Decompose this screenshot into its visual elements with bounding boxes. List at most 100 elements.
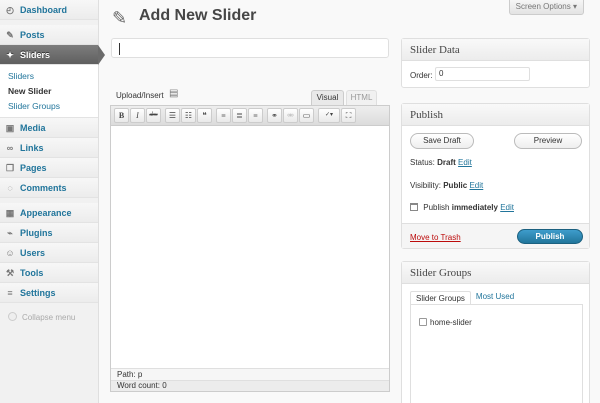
menu-pages-label: Pages	[20, 163, 47, 173]
status-label: Status:	[410, 158, 435, 167]
spellcheck-button[interactable]: ✓▾	[318, 108, 340, 123]
unlink-button[interactable]: ⚮	[283, 108, 298, 123]
group-item-label: home-slider	[430, 318, 472, 327]
collapse-menu-label: Collapse menu	[22, 313, 76, 322]
pushpin-icon: ✦	[6, 50, 14, 60]
status-row: Status: Draft Edit	[410, 158, 472, 167]
tab-visual[interactable]: Visual	[311, 90, 344, 105]
calendar-icon	[410, 203, 418, 211]
fullscreen-button[interactable]: ⛶	[341, 108, 356, 123]
visibility-label: Visibility:	[410, 181, 441, 190]
menu-users-label: Users	[20, 248, 46, 258]
word-count: Word count: 0	[111, 380, 389, 391]
content-editor: B Iabc ☰ ☷ ❝ ≡ ≣ ≡ ⚭ ⚮ ▭ ✓▾ ⛶ Path: p Word count: 0	[110, 105, 390, 392]
menu-posts-label: Posts	[20, 30, 45, 40]
insert-link-button[interactable]: ⚭	[267, 108, 282, 123]
tools-icon: ⚒	[5, 268, 15, 278]
admin-sidebar: ◴ Dashboard ✎ Posts ✦ Sliders Sliders New S…	[0, 0, 105, 403]
text-caret	[119, 43, 120, 55]
submenu-slider-groups[interactable]: Slider Groups	[0, 99, 98, 114]
italic-button[interactable]: I	[130, 108, 145, 123]
status-edit-link[interactable]: Edit	[458, 158, 472, 167]
order-label: Order:	[410, 71, 433, 80]
menu-media[interactable]: ▣ Media	[0, 118, 98, 138]
menu-media-label: Media	[20, 123, 46, 133]
tab-most-used[interactable]: Most Used	[471, 290, 519, 304]
screen-options-button[interactable]: Screen Options ▾	[508, 0, 584, 15]
appearance-icon: ▦	[5, 208, 15, 218]
editor-toolbar: B Iabc ☰ ☷ ❝ ≡ ≣ ≡ ⚭ ⚮ ▭ ✓▾ ⛶	[111, 106, 389, 126]
slider-groups-list: home-slider	[410, 304, 583, 403]
slider-groups-heading[interactable]: Slider Groups	[402, 262, 589, 284]
path-value: p	[137, 370, 143, 379]
menu-dashboard[interactable]: ◴ Dashboard	[0, 0, 98, 20]
slider-data-box: Slider Data Order: 0	[401, 38, 590, 88]
menu-dashboard-label: Dashboard	[20, 5, 68, 15]
menu-sliders[interactable]: ✦ Sliders	[0, 45, 105, 65]
slider-data-heading[interactable]: Slider Data	[402, 39, 589, 61]
align-right-button[interactable]: ≡	[248, 108, 263, 123]
path-label: Path:	[117, 370, 136, 379]
add-media-icon[interactable]: ▤	[169, 88, 181, 99]
insert-more-button[interactable]: ▭	[299, 108, 314, 123]
visibility-edit-link[interactable]: Edit	[469, 181, 483, 190]
menu-appearance[interactable]: ▦ Appearance	[0, 203, 98, 223]
status-value: Draft	[437, 158, 456, 167]
menu-links[interactable]: ∞ Links	[0, 138, 98, 158]
menu-comments-label: Comments	[20, 183, 67, 193]
visibility-value: Public	[443, 181, 468, 190]
slider-title-input[interactable]	[111, 38, 389, 58]
preview-button[interactable]: Preview	[514, 133, 582, 149]
blockquote-button[interactable]: ❝	[197, 108, 212, 123]
menu-settings-label: Settings	[20, 288, 56, 298]
numbered-list-button[interactable]: ☷	[181, 108, 196, 123]
menu-posts[interactable]: ✎ Posts	[0, 25, 98, 45]
publish-actions: Move to Trash Publish	[402, 223, 589, 248]
menu-users[interactable]: ☺ Users	[0, 243, 98, 263]
save-draft-button[interactable]: Save Draft	[410, 133, 474, 149]
schedule-row: Publish immediately Edit	[410, 203, 514, 212]
schedule-edit-link[interactable]: Edit	[500, 203, 514, 212]
editor-body[interactable]	[111, 126, 389, 368]
tab-html[interactable]: HTML	[346, 90, 377, 105]
comment-icon: ◌	[7, 183, 13, 193]
tab-all-slider-groups[interactable]: Slider Groups	[410, 291, 471, 305]
pushpin-icon: ✎	[6, 30, 14, 40]
media-icon: ▣	[5, 123, 15, 133]
move-to-trash-link[interactable]: Move to Trash	[410, 233, 461, 242]
users-icon: ☺	[5, 248, 15, 258]
bold-button[interactable]: B	[114, 108, 129, 123]
menu-pages[interactable]: ❐ Pages	[0, 158, 98, 178]
collapse-icon	[8, 312, 17, 321]
bullet-list-button[interactable]: ☰	[165, 108, 180, 123]
group-item[interactable]: home-slider	[419, 318, 472, 327]
publish-box: Publish Save Draft Preview Status: Draft…	[401, 103, 590, 249]
publish-button[interactable]: Publish	[517, 229, 583, 244]
group-checkbox[interactable]	[419, 318, 427, 326]
menu-tools[interactable]: ⚒ Tools	[0, 263, 98, 283]
slider-groups-tabs: Slider Groups Most Used	[410, 290, 519, 305]
menu-sliders-label: Sliders	[20, 50, 51, 60]
submenu-new-slider[interactable]: New Slider	[0, 84, 98, 99]
dashboard-icon: ◴	[6, 5, 14, 15]
strikethrough-button[interactable]: abc	[146, 108, 161, 123]
page-title: Add New Slider	[139, 7, 257, 24]
link-icon: ∞	[6, 143, 14, 153]
menu-comments[interactable]: ◌ Comments	[0, 178, 98, 198]
slider-groups-box: Slider Groups Slider Groups Most Used hom…	[401, 261, 590, 403]
order-input[interactable]: 0	[435, 67, 530, 81]
plugin-icon: ⌁	[7, 228, 13, 238]
editor-path: Path: p	[111, 368, 389, 380]
upload-insert-label: Upload/Insert	[116, 91, 164, 100]
sliders-submenu: Sliders New Slider Slider Groups	[0, 65, 98, 118]
menu-plugins[interactable]: ⌁ Plugins	[0, 223, 98, 243]
pushpin-icon: ✎	[112, 8, 128, 28]
collapse-menu[interactable]: Collapse menu	[0, 311, 98, 325]
publish-heading[interactable]: Publish	[402, 104, 589, 126]
main-content: ✎ Add New Slider Screen Options ▾ Upload…	[100, 0, 600, 403]
menu-settings[interactable]: ≡ Settings	[0, 283, 98, 303]
align-left-button[interactable]: ≡	[216, 108, 231, 123]
menu-tools-label: Tools	[20, 268, 44, 278]
align-center-button[interactable]: ≣	[232, 108, 247, 123]
submenu-sliders[interactable]: Sliders	[0, 69, 98, 84]
